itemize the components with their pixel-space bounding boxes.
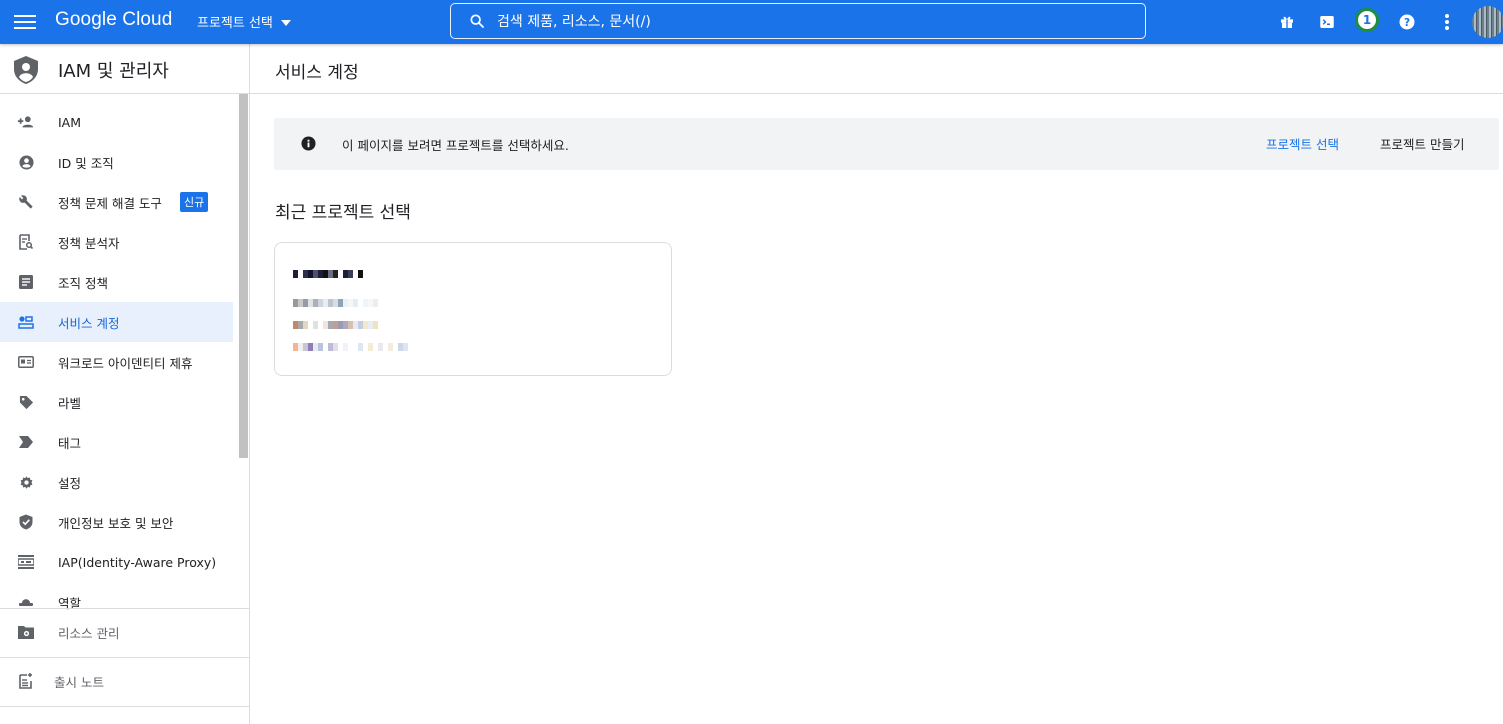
person-add-icon: [17, 113, 35, 131]
sidebar-item-label: ID 및 조직: [58, 155, 114, 171]
title-divider: [250, 93, 1503, 94]
cloud-shell-icon[interactable]: [1316, 11, 1338, 33]
notifications-badge[interactable]: 1: [1355, 8, 1379, 32]
search-input[interactable]: 검색 제품, 리소스, 문서(/): [450, 3, 1146, 39]
sidebar-item-policy-troubleshooter[interactable]: 정책 문제 해결 도구 신규: [0, 182, 233, 222]
sidebar-item-service-accounts[interactable]: 서비스 계정: [0, 302, 233, 342]
doc-search-icon: [17, 233, 35, 251]
sidebar-item-label: 워크로드 아이덴티티 제휴: [58, 355, 193, 371]
sidebar-item-settings[interactable]: 설정: [0, 462, 233, 502]
sidebar-item-label: 리소스 관리: [58, 625, 120, 641]
sidebar-item-policy-analyzer[interactable]: 정책 분석자: [0, 222, 233, 262]
sidebar-item-org-policy[interactable]: 조직 정책: [0, 262, 233, 302]
sidebar-item-label: IAP(Identity-Aware Proxy): [58, 554, 217, 570]
iam-shield-icon: [14, 56, 38, 84]
recent-projects-title: 최근 프로젝트 선택: [275, 203, 411, 223]
info-banner: 이 페이지를 보려면 프로젝트를 선택하세요. 프로젝트 선택 프로젝트 만들기: [274, 118, 1499, 170]
sidebar-item-label: 정책 문제 해결 도구: [58, 195, 162, 211]
sidebar-item-label: IAM: [58, 114, 82, 130]
iap-icon: [17, 553, 35, 571]
shield-check-icon: [17, 513, 35, 531]
top-app-bar: Google Cloud 프로젝트 선택 검색 제품, 리소스, 문서(/) 1…: [0, 0, 1503, 44]
sidebar-item-id-org[interactable]: ID 및 조직: [0, 142, 233, 182]
select-project-link[interactable]: 프로젝트 선택: [1266, 134, 1339, 153]
sidebar-divider: [0, 706, 249, 707]
search-icon: [470, 14, 484, 28]
release-notes-icon: [17, 672, 35, 690]
sidebar-item-labels[interactable]: 라벨: [0, 382, 233, 422]
svg-text:?: ?: [1404, 17, 1410, 29]
redacted-project-line: [293, 321, 383, 329]
sidebar-item-label: 태그: [58, 435, 82, 451]
id-card-icon: [17, 353, 35, 371]
gift-icon[interactable]: [1276, 11, 1298, 33]
service-account-icon: [17, 313, 35, 331]
avatar[interactable]: [1472, 6, 1503, 38]
menu-icon[interactable]: [14, 12, 36, 32]
list-doc-icon: [17, 273, 35, 291]
sidebar-item-workload-identity[interactable]: 워크로드 아이덴티티 제휴: [0, 342, 233, 382]
redacted-project-line: [293, 299, 378, 307]
help-icon[interactable]: ?: [1396, 11, 1418, 33]
sidebar: IAM 및 관리자 IAM ID 및 조직 정책 문제 해결 도구 신규 정책 …: [0, 44, 250, 724]
sidebar-item-iap[interactable]: IAP(Identity-Aware Proxy): [0, 542, 233, 582]
sidebar-item-tags[interactable]: 태그: [0, 422, 233, 462]
sidebar-item-label: 출시 노트: [54, 674, 104, 690]
folder-gear-icon: [17, 623, 35, 641]
banner-message: 이 페이지를 보려면 프로젝트를 선택하세요.: [342, 138, 569, 153]
sidebar-item-resource-manager[interactable]: 리소스 관리: [0, 608, 249, 656]
sidebar-item-label: 개인정보 보호 및 보안: [58, 515, 174, 531]
sidebar-item-iam[interactable]: IAM: [0, 102, 233, 142]
sidebar-item-privacy-security[interactable]: 개인정보 보호 및 보안: [0, 502, 233, 542]
sidebar-item-label: 설정: [58, 475, 82, 491]
sidebar-item-label: 정책 분석자: [58, 235, 120, 251]
sidebar-item-label: 라벨: [58, 395, 82, 411]
sidebar-item-release-notes[interactable]: 출시 노트: [0, 657, 249, 705]
redacted-project-name: [293, 270, 363, 278]
gear-icon: [17, 473, 35, 491]
project-picker-button[interactable]: 프로젝트 선택: [197, 12, 291, 31]
account-circle-icon: [17, 153, 35, 171]
project-picker-label: 프로젝트 선택: [197, 16, 273, 31]
page-title: 서비스 계정: [275, 63, 359, 83]
google-cloud-logo[interactable]: Google Cloud: [55, 9, 172, 31]
new-badge: 신규: [180, 192, 209, 212]
sidebar-item-label: 서비스 계정: [58, 315, 120, 331]
info-icon: [301, 136, 316, 151]
wrench-icon: [17, 193, 35, 211]
sidebar-header: IAM 및 관리자: [0, 44, 249, 94]
sidebar-item-label: 조직 정책: [58, 275, 108, 291]
main-content: 서비스 계정 이 페이지를 보려면 프로젝트를 선택하세요. 프로젝트 선택 프…: [250, 44, 1503, 724]
redacted-project-line: [293, 343, 408, 351]
create-project-button[interactable]: 프로젝트 만들기: [1380, 134, 1464, 153]
tag-icon: [17, 433, 35, 451]
sidebar-title: IAM 및 관리자: [58, 61, 169, 82]
sidebar-scrollbar[interactable]: [239, 94, 248, 458]
recent-project-card[interactable]: [274, 242, 672, 376]
search-placeholder: 검색 제품, 리소스, 문서(/): [497, 14, 651, 30]
chevron-down-icon: [280, 19, 291, 26]
label-icon: [17, 393, 35, 411]
more-vert-icon[interactable]: [1436, 11, 1458, 33]
